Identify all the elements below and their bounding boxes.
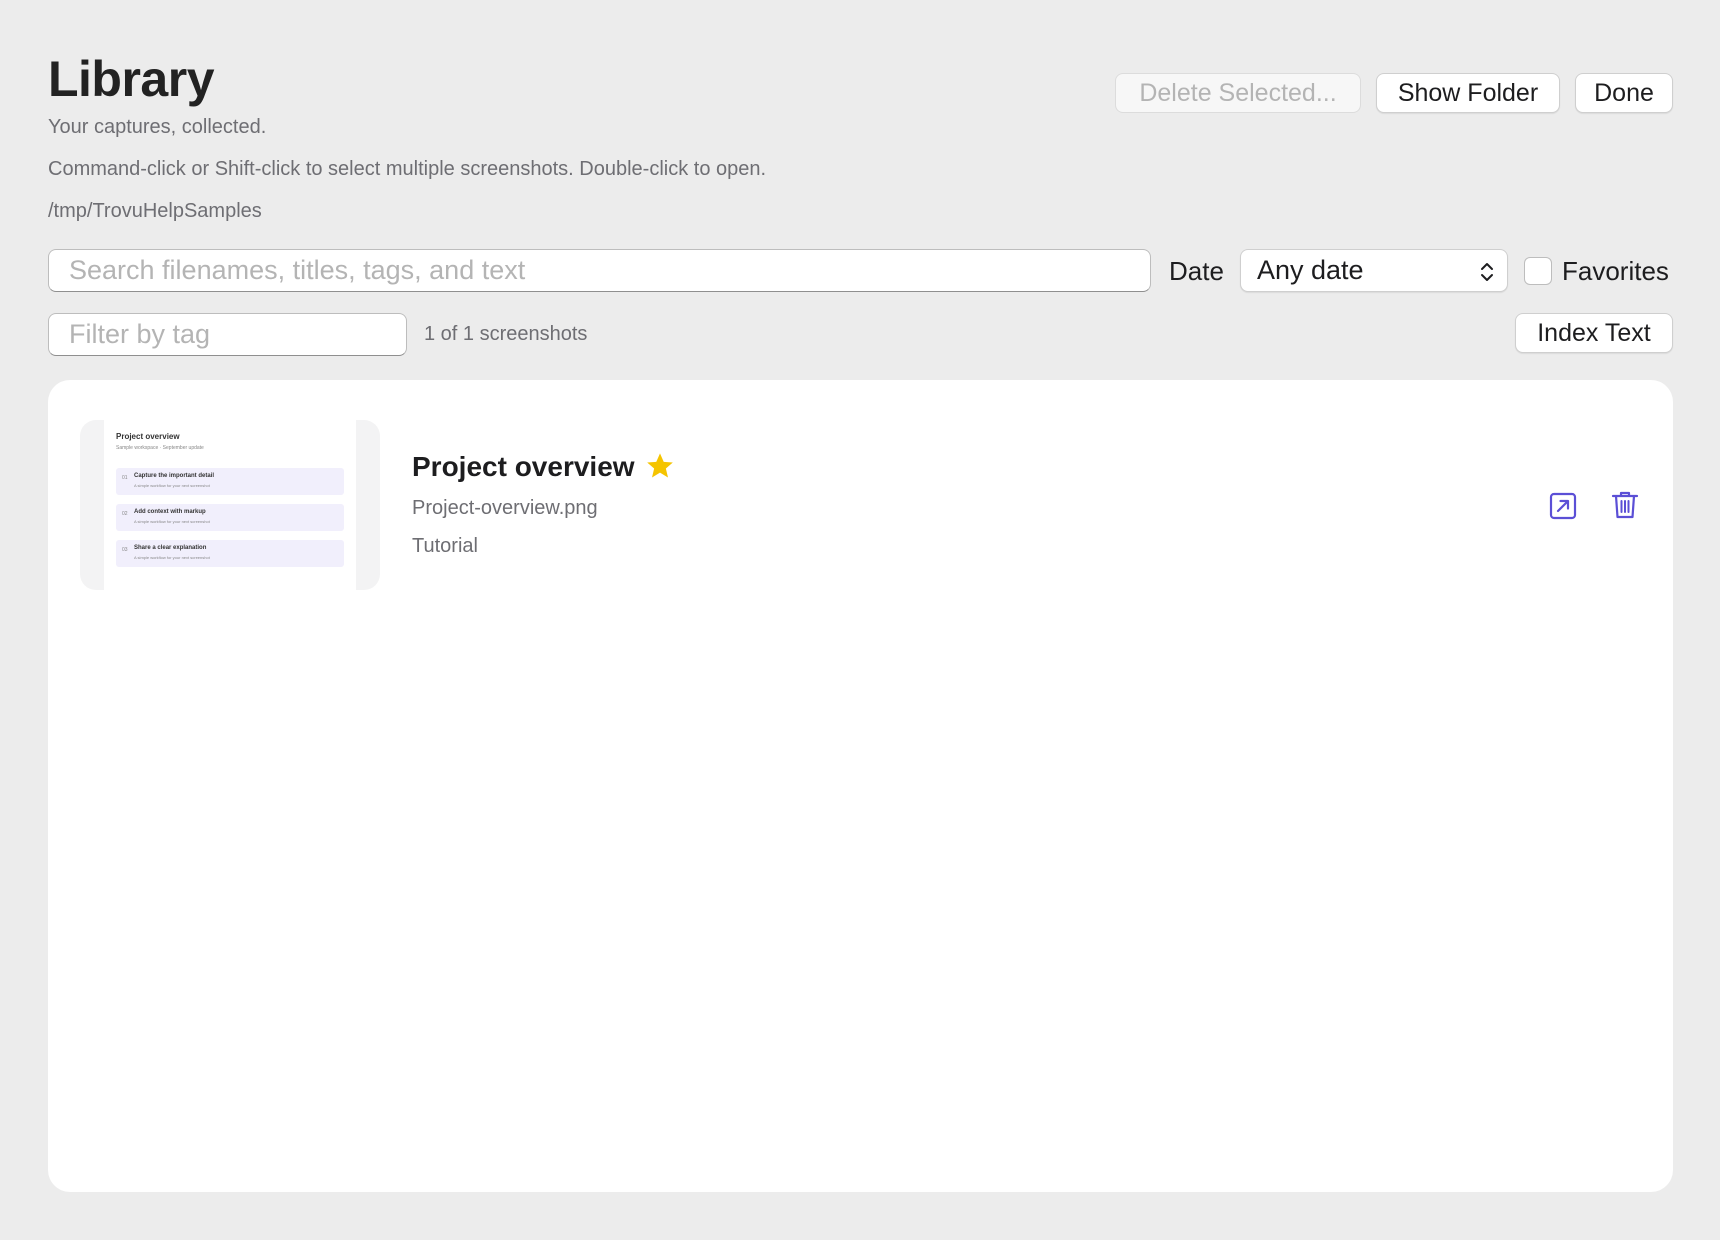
trash-icon[interactable] [1609,489,1641,521]
screenshot-list: Project overview Sample workspace · Sept… [48,380,1673,1192]
date-select-value: Any date [1257,255,1364,285]
delete-selected-button[interactable]: Delete Selected... [1115,73,1361,113]
thumbnail-row-label: Add context with markup [134,509,206,515]
thumbnail-row-desc: A simple workflow for your next screensh… [134,519,210,524]
star-icon[interactable] [644,450,676,482]
show-folder-button[interactable]: Show Folder [1376,73,1560,113]
thumbnail-row: 02 Add context with markup A simple work… [116,504,344,531]
thumbnail-title: Project overview [116,432,180,441]
open-external-icon[interactable] [1547,490,1579,522]
index-text-button[interactable]: Index Text [1515,313,1673,353]
thumbnail-row-number: 01 [122,475,128,481]
screenshot-thumbnail: Project overview Sample workspace · Sept… [80,420,380,590]
list-item[interactable]: Project overview Sample workspace · Sept… [48,380,1673,590]
favorites-label: Favorites [1562,256,1669,286]
item-title: Project overview [412,451,635,482]
item-filename: Project-overview.png [412,497,598,519]
thumbnail-row-label: Capture the important detail [134,473,215,479]
thumbnail-row-number: 03 [122,547,128,553]
thumbnail-row-desc: A simple workflow for your next screensh… [134,555,210,560]
thumbnail-row-desc: A simple workflow for your next screensh… [134,483,210,488]
screenshot-count: 1 of 1 screenshots [424,323,588,345]
page-title: Library [48,51,215,107]
thumbnail-subtitle: Sample workspace · September update [116,445,204,451]
thumbnail-page: Project overview Sample workspace · Sept… [104,420,356,590]
thumbnail-row-number: 02 [122,511,128,517]
thumbnail-row: 03 Share a clear explanation A simple wo… [116,540,344,567]
search-input[interactable] [48,249,1151,292]
thumbnail-row: 01 Capture the important detail A simple… [116,468,344,495]
done-button[interactable]: Done [1575,73,1673,113]
selection-hint: Command-click or Shift-click to select m… [48,158,767,180]
date-label: Date [1169,256,1224,286]
date-select[interactable]: Any date [1240,249,1508,292]
favorites-checkbox[interactable] [1524,257,1552,285]
thumbnail-row-label: Share a clear explanation [134,545,207,551]
tag-filter-input[interactable] [48,313,407,356]
folder-path: /tmp/TrovuHelpSamples [48,200,262,222]
item-tag: Tutorial [412,535,478,557]
chevron-updown-icon [1481,263,1493,281]
page-subtitle: Your captures, collected. [48,116,267,138]
